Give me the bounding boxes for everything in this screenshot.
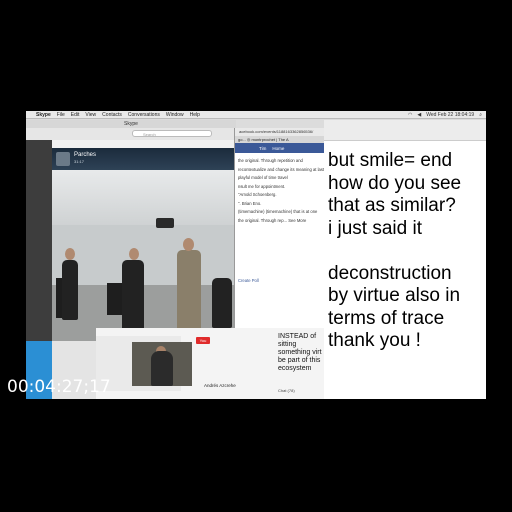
room-wall [52,225,236,285]
browser-url-bar[interactable]: acebook.com/events/1188163362856536/ [235,128,335,136]
youtube-logo: You [196,337,210,344]
note-line: by virtue also in [328,285,461,306]
person [62,260,78,320]
spotlight-icon[interactable]: ⌕ [479,112,482,118]
description-line: the original. Through repetition and [238,158,303,163]
person-head [183,238,194,251]
note-line: but smile= end [328,150,453,171]
call-timer: 31:17 [74,159,85,164]
note-line: i just said it [328,217,422,239]
facebook-nav-home[interactable]: Home [272,146,284,151]
description-line: recontextualize and change its meaning a… [238,166,325,172]
projector [156,218,174,228]
description-line: nsult me for appointment. [238,183,286,189]
create-poll-button[interactable]: Create Poll [238,278,259,283]
stream-person-name: Andrés Azcrehe [204,383,236,388]
browser-tabs[interactable]: go... ◎ montrprochet | The A [235,136,335,143]
note-line: thank you ! [328,330,421,351]
note-line: that as similar? [328,195,456,216]
menu-file[interactable]: File [57,112,65,118]
stream-chat-message: INSTEAD of sitting something virt be par… [278,333,322,373]
event-description: the original. Through repetition and rec… [238,158,332,226]
note-line: deconstruction [328,262,452,284]
facebook-nav-profile[interactable]: Tim [259,146,266,151]
person-head [129,248,139,260]
chat-count[interactable]: Chat (78) [278,388,295,393]
description-line[interactable]: the original. Through rep... See More [238,218,332,224]
facebook-top-bar: Tim Home [235,143,335,153]
volume-icon[interactable]: ◀ [417,112,421,118]
chat-line: INSTEAD of [278,333,317,340]
menu-app-name[interactable]: Skype [36,112,51,118]
notes-text-area[interactable]: but smile= end how do you see that as si… [328,150,486,353]
caller-name: Parches [74,152,97,158]
video-timecode: 00:04:27;17 [7,377,111,397]
chat-line: sitting [278,341,297,348]
menu-view[interactable]: View [85,112,96,118]
menu-edit[interactable]: Edit [71,112,80,118]
notes-window: but smile= end how do you see that as si… [324,120,486,399]
note-line: terms of trace [328,307,445,329]
person [122,260,144,330]
person-head [65,248,75,260]
note-line: how do you see [328,172,462,194]
description-line: ". Brian Eno. [238,200,262,206]
video-call-view[interactable]: Parches 31:17 ▮ • + ✆ [52,148,236,341]
menu-conversations[interactable]: Conversations [128,112,160,118]
description-line: (timemachine) (timemachine) that is at o… [238,209,318,214]
chat-line: ecosystem [278,365,312,372]
description-line: "Arnold Schoenberg. [238,192,277,197]
note-line [328,240,486,263]
status-area: ◠ ◀ Wed Feb 22 18:04:19 ⌕ [408,112,486,118]
post-actions: Create Poll [238,278,259,283]
menu-clock[interactable]: Wed Feb 22 18:04:19 [426,112,474,118]
menu-bar: Skype File Edit View Contacts Conversati… [26,111,486,119]
room-ceiling [52,170,236,225]
menu-window[interactable]: Window [166,112,184,118]
skype-window-title: Skype [26,120,236,128]
caller-avatar [56,152,70,166]
stream-person [151,351,173,386]
chat-line: be part of this [278,357,321,364]
desktop-screen: Skype File Edit View Contacts Conversati… [26,111,486,399]
menu-contacts[interactable]: Contacts [102,112,122,118]
browser-window: acebook.com/events/1188163362856536/ go.… [234,128,335,328]
person [212,278,232,328]
menu-help[interactable]: Help [190,112,200,118]
chat-line: something virt [278,349,322,356]
person [177,250,201,330]
wifi-icon[interactable]: ◠ [408,112,412,118]
notes-toolbar [324,120,486,141]
skype-search-input[interactable]: Search [132,130,212,137]
call-header: Parches 31:17 [52,148,236,170]
description-line: playful model of time travel [238,175,288,180]
